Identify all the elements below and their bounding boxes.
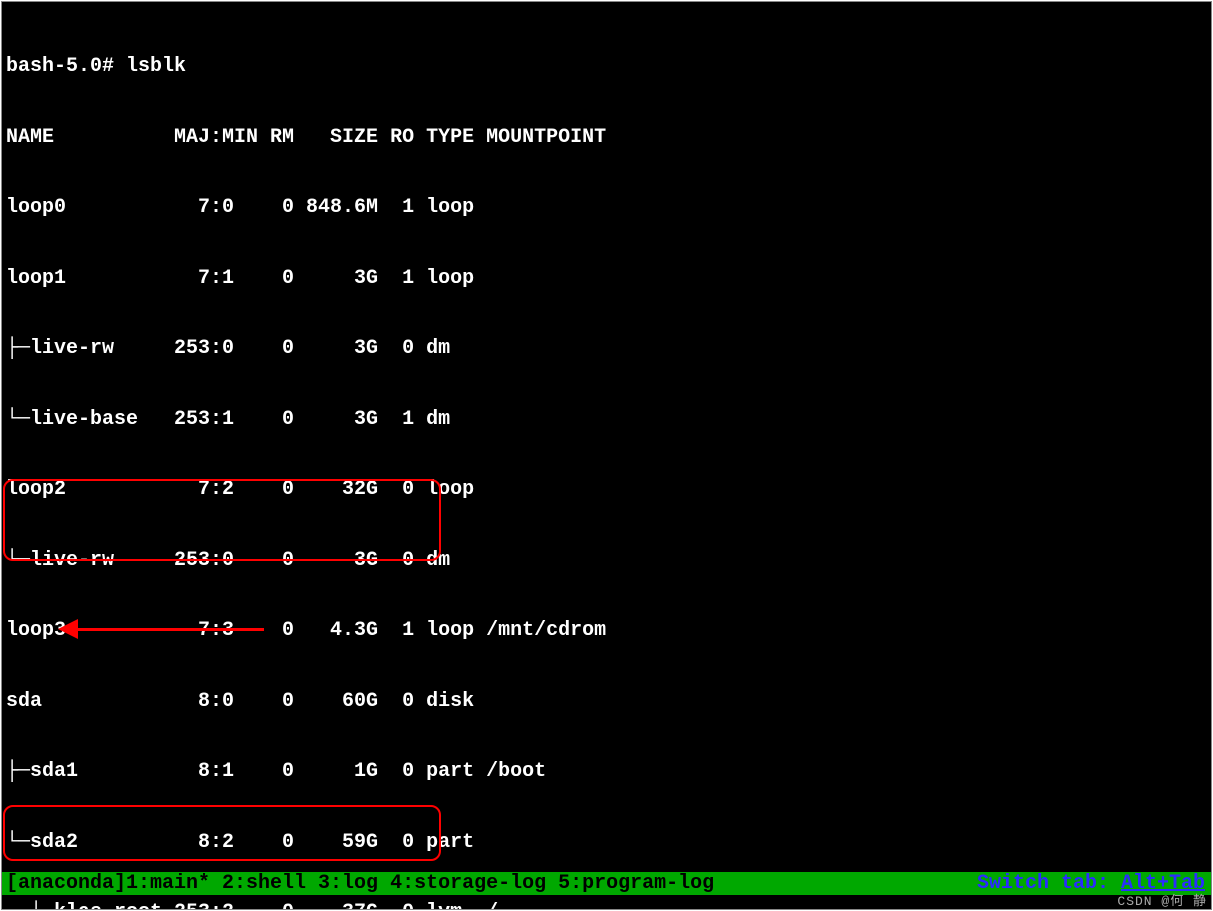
annotation-arrow-head (58, 619, 78, 639)
lsblk-row: sda 8:0 0 60G 0 disk (6, 690, 1207, 714)
lsblk-row: ├─klas-root 253:2 0 37G 0 lvm / (6, 901, 1207, 910)
status-left[interactable]: [anaconda]1:main* 2:shell 3:log 4:storag… (6, 872, 714, 895)
watermark: CSDN @何 静 (1117, 890, 1207, 909)
terminal-output[interactable]: bash-5.0# lsblk NAME MAJ:MIN RM SIZE RO … (2, 2, 1211, 910)
cmd-lsblk: bash-5.0# lsblk (6, 55, 1207, 79)
lsblk-row: ├─live-rw 253:0 0 3G 0 dm (6, 337, 1207, 361)
lsblk-row: └─live-base 253:1 0 3G 1 dm (6, 408, 1207, 432)
terminal-window[interactable]: bash-5.0# lsblk NAME MAJ:MIN RM SIZE RO … (1, 1, 1212, 910)
lsblk-row: └─sda2 8:2 0 59G 0 part (6, 831, 1207, 855)
lsblk-header: NAME MAJ:MIN RM SIZE RO TYPE MOUNTPOINT (6, 126, 1207, 150)
lsblk-row: ├─sda1 8:1 0 1G 0 part /boot (6, 760, 1207, 784)
lsblk-row: loop0 7:0 0 848.6M 1 loop (6, 196, 1207, 220)
annotation-arrow (74, 628, 264, 631)
tmux-status-bar[interactable]: [anaconda]1:main* 2:shell 3:log 4:storag… (2, 872, 1211, 895)
lsblk-row: loop1 7:1 0 3G 1 loop (6, 267, 1207, 291)
lsblk-row: loop2 7:2 0 32G 0 loop (6, 478, 1207, 502)
lsblk-row: └─live-rw 253:0 0 3G 0 dm (6, 549, 1207, 573)
